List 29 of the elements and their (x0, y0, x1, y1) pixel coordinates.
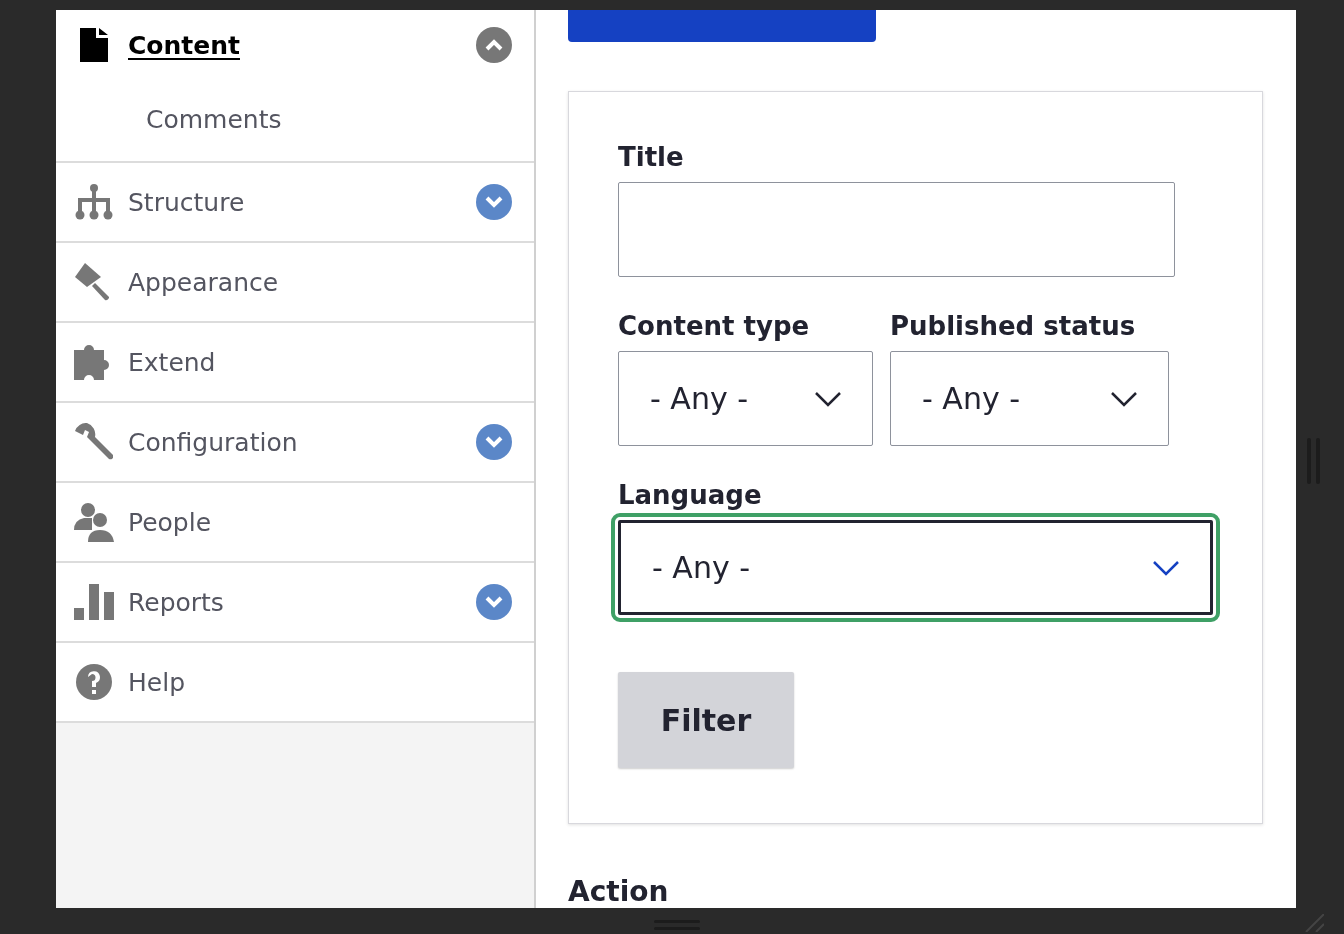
submenu-link[interactable]: Comments (146, 104, 282, 134)
menu-link[interactable]: Content (128, 30, 476, 60)
chevron-down-icon (1110, 390, 1138, 407)
bar-chart-icon (74, 584, 114, 620)
select-field[interactable]: - Any - (890, 351, 1169, 446)
help-icon (76, 664, 112, 700)
chevron-down-icon (484, 595, 504, 609)
resize-grip-icon[interactable] (1304, 914, 1324, 932)
chevron-down-icon (814, 390, 842, 407)
title-input-field[interactable] (618, 182, 1175, 277)
filter-button[interactable]: Filter (618, 672, 794, 768)
expand-toggle[interactable] (476, 424, 512, 460)
expand-toggle[interactable] (476, 584, 512, 620)
chevron-down-icon (484, 435, 504, 449)
document-icon (80, 28, 108, 62)
hierarchy-icon (74, 184, 114, 220)
field-label: Published status (890, 311, 1137, 341)
chevron-up-icon (484, 38, 504, 52)
field-label: Title (618, 142, 685, 172)
field-label: Language (618, 480, 763, 510)
section-heading: Action (568, 875, 670, 908)
select-field[interactable]: - Any - (618, 351, 873, 446)
chevron-down-icon (1152, 559, 1180, 576)
people-icon (74, 502, 114, 542)
field-label: Content type (618, 311, 811, 341)
wrench-icon (75, 423, 113, 461)
collapse-toggle[interactable] (476, 27, 512, 63)
chevron-down-icon (484, 195, 504, 209)
expand-toggle[interactable] (476, 184, 512, 220)
